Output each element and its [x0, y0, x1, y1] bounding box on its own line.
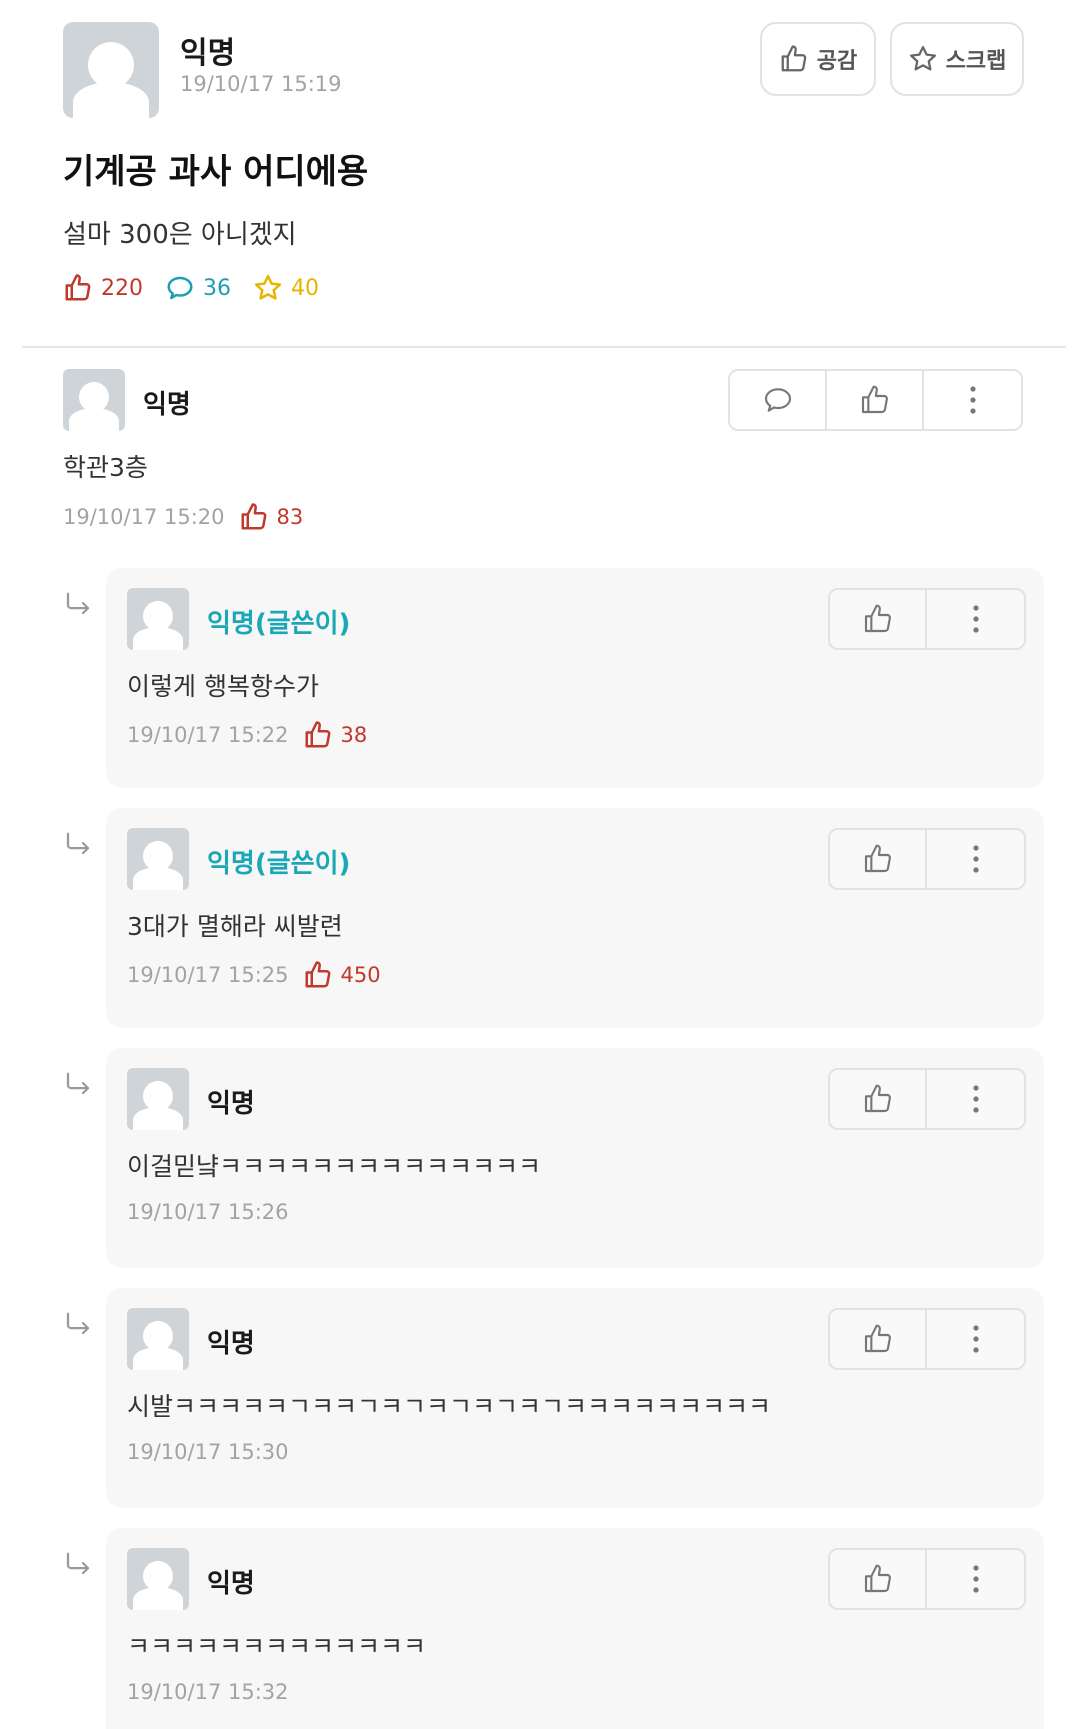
more-vertical-icon: [971, 844, 981, 874]
comment-text: 학관3층: [63, 453, 148, 482]
comment-author-avatar: [63, 369, 125, 431]
reply-more-button[interactable]: [927, 830, 1024, 888]
article-title: 기계공 과사 어디에용: [63, 152, 369, 192]
reply-text: 3대가 멸해라 씨발련: [127, 912, 343, 941]
thumbs-up-icon: [862, 603, 894, 635]
star-icon: [908, 44, 938, 74]
reply-like-count-value: 38: [340, 723, 368, 747]
reply-arrow-icon: [63, 590, 93, 620]
thumbs-up-icon: [862, 1083, 894, 1115]
article-author-avatar: [63, 22, 159, 118]
reply-actions: [828, 1548, 1026, 1610]
reply-more-button[interactable]: [927, 1310, 1024, 1368]
article-comment-count-value: 36: [203, 275, 231, 301]
article-scrap-button[interactable]: 스크랩: [890, 22, 1024, 96]
reply-author-avatar: [127, 828, 189, 890]
reply-timestamp: 19/10/17 15:25: [127, 963, 289, 987]
reply-actions: [828, 588, 1026, 650]
reply-timestamp: 19/10/17 15:30: [127, 1440, 289, 1464]
reply-more-button[interactable]: [927, 1550, 1024, 1608]
reply-more-button[interactable]: [927, 1070, 1024, 1128]
thumbs-up-icon: [63, 273, 93, 303]
reply-meta: 19/10/17 15:25 450: [127, 960, 381, 990]
reply-text: 이걸믿냨ㅋㅋㅋㅋㅋㅋㅋㅋㅋㅋㅋㅋㅋㅋ: [127, 1152, 542, 1181]
more-vertical-icon: [971, 604, 981, 634]
reply-like-button[interactable]: [830, 1310, 927, 1368]
comment-timestamp: 19/10/17 15:20: [63, 505, 225, 529]
thumbs-up-icon: [862, 1563, 894, 1595]
article-author-name: 익명: [180, 36, 236, 71]
reply-more-button[interactable]: [927, 590, 1024, 648]
reply-like-button[interactable]: [830, 1550, 927, 1608]
speech-bubble-icon: [762, 384, 794, 416]
comment-meta: 19/10/17 15:20 83: [63, 502, 303, 532]
article-scrap-count-value: 40: [291, 275, 319, 301]
reply-arrow-icon: [63, 1070, 93, 1100]
article-like-count: 220: [63, 273, 143, 303]
reply-like-button[interactable]: [830, 1070, 927, 1128]
article-like-button[interactable]: 공감: [760, 22, 876, 96]
thumbs-up-icon: [239, 502, 269, 532]
comment-like-count: 83: [239, 502, 304, 532]
thumbs-up-icon: [303, 960, 333, 990]
thumbs-up-icon: [779, 44, 809, 74]
reply-meta: 19/10/17 15:30: [127, 1440, 289, 1464]
reply-author-name: 익명: [207, 1569, 255, 1599]
reply-actions: [828, 1308, 1026, 1370]
reply-arrow-icon: [63, 830, 93, 860]
reply-like-button[interactable]: [830, 830, 927, 888]
thumbs-up-icon: [862, 843, 894, 875]
article-stats: 220 36 40: [63, 268, 341, 308]
reply-like-count: 38: [303, 720, 368, 750]
comment-author-name: 익명: [143, 390, 191, 420]
reply-author-name: 익명: [207, 1329, 255, 1359]
reply-author-name: 익명(글쓴이): [207, 609, 351, 639]
reply-author-name: 익명: [207, 1089, 255, 1119]
speech-bubble-icon: [165, 273, 195, 303]
reply-author-name: 익명(글쓴이): [207, 849, 351, 879]
reply-author-avatar: [127, 1308, 189, 1370]
article-scrap-button-label: 스크랩: [945, 49, 1007, 74]
reply-author-avatar: [127, 1068, 189, 1130]
article-divider: [22, 346, 1066, 348]
reply-meta: 19/10/17 15:22 38: [127, 720, 367, 750]
reply-arrow-icon: [63, 1310, 93, 1340]
star-icon: [253, 273, 283, 303]
article-scrap-count: 40: [253, 273, 319, 303]
article-body: 설마 300은 아니겠지: [63, 220, 297, 250]
comment-reply-button[interactable]: [730, 371, 827, 429]
article-comment-count: 36: [165, 273, 231, 303]
reply-meta: 19/10/17 15:32: [127, 1680, 289, 1704]
article-like-button-label: 공감: [816, 49, 858, 74]
reply-text: 시발ㅋㅋㅋㅋㅋㄱㅋㅋㄱㅋㄱㅋㄱㅋㄱㅋㄱㅋㅋㅋㅋㅋㅋㅋㅋㅋ: [127, 1392, 772, 1421]
reply-text: 이렇게 행복항수가: [127, 672, 319, 701]
thumbs-up-icon: [303, 720, 333, 750]
reply-actions: [828, 1068, 1026, 1130]
reply-timestamp: 19/10/17 15:22: [127, 723, 289, 747]
reply-arrow-icon: [63, 1550, 93, 1580]
reply-timestamp: 19/10/17 15:32: [127, 1680, 289, 1704]
comment-actions: [728, 369, 1023, 431]
article-timestamp: 19/10/17 15:19: [180, 72, 342, 96]
thumbs-up-icon: [862, 1323, 894, 1355]
more-vertical-icon: [971, 1084, 981, 1114]
reply-like-count-value: 450: [340, 963, 381, 987]
reply-timestamp: 19/10/17 15:26: [127, 1200, 289, 1224]
reply-text: ㅋㅋㅋㅋㅋㅋㅋㅋㅋㅋㅋㅋㅋ: [127, 1632, 427, 1661]
comment-more-button[interactable]: [924, 371, 1021, 429]
reply-like-count: 450: [303, 960, 381, 990]
article-like-count-value: 220: [101, 275, 143, 301]
reply-actions: [828, 828, 1026, 890]
reply-author-avatar: [127, 588, 189, 650]
comment-like-count-value: 83: [276, 505, 304, 529]
thumbs-up-icon: [859, 384, 891, 416]
comment-like-button[interactable]: [827, 371, 924, 429]
reply-like-button[interactable]: [830, 590, 927, 648]
reply-author-avatar: [127, 1548, 189, 1610]
more-vertical-icon: [968, 385, 978, 415]
more-vertical-icon: [971, 1564, 981, 1594]
more-vertical-icon: [971, 1324, 981, 1354]
reply-meta: 19/10/17 15:26: [127, 1200, 289, 1224]
